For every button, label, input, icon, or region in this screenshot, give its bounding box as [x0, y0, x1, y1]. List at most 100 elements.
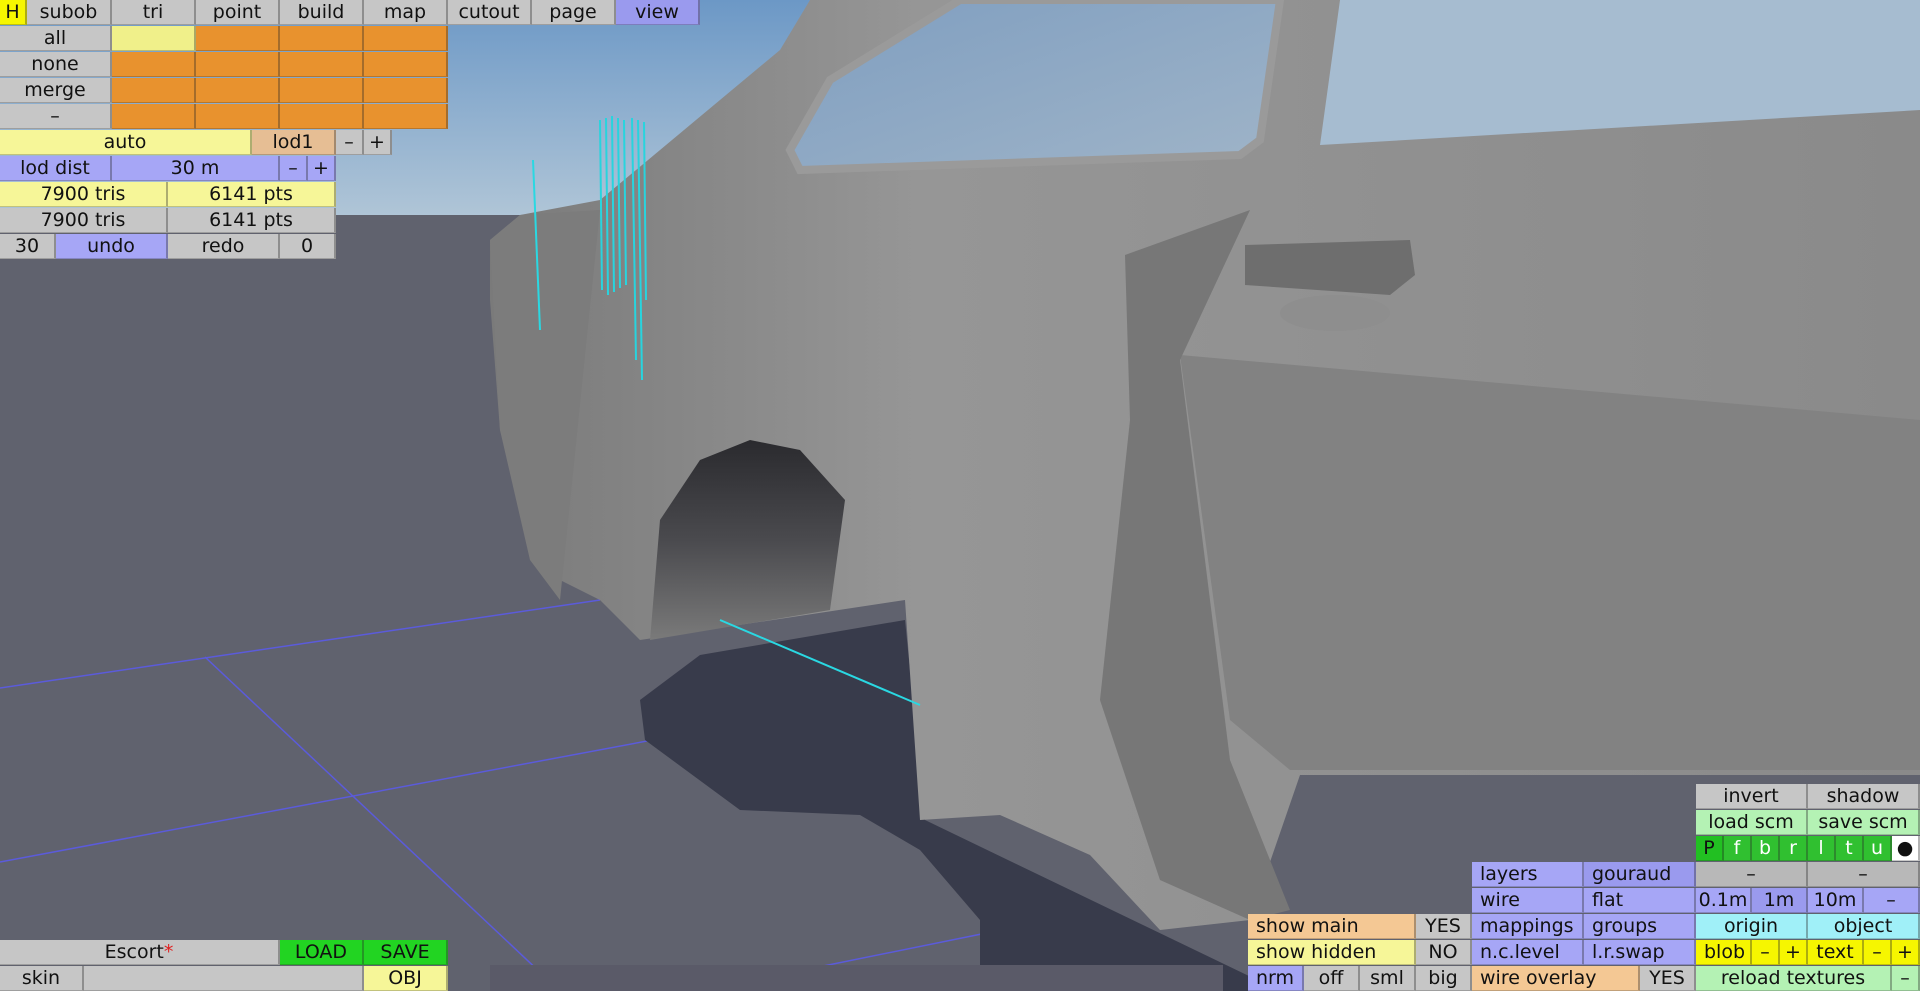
total-point-count: 6141 pts	[168, 208, 336, 233]
groups-button[interactable]: groups	[1584, 914, 1696, 939]
tab-map[interactable]: map	[364, 0, 448, 25]
file-name-text: Escort	[104, 941, 164, 963]
reload-minus-button[interactable]: –	[1892, 966, 1920, 991]
wire-overlay-value[interactable]: YES	[1640, 966, 1696, 991]
flat-button[interactable]: flat	[1584, 888, 1696, 913]
layer-slot-12[interactable]	[364, 78, 448, 103]
status-bar	[490, 965, 1223, 991]
size-sml-button[interactable]: sml	[1360, 966, 1416, 991]
tab-point[interactable]: point	[196, 0, 280, 25]
text-plus-button[interactable]: +	[1892, 940, 1920, 965]
layer-slot-11[interactable]	[280, 78, 364, 103]
lod-auto-button[interactable]: auto	[0, 130, 252, 155]
view-left-button[interactable]: l	[1808, 836, 1836, 861]
view-back-button[interactable]: b	[1752, 836, 1780, 861]
layer-slot-7[interactable]	[280, 52, 364, 77]
lrswap-button[interactable]: l.r.swap	[1584, 940, 1696, 965]
blob-plus-button[interactable]: +	[1780, 940, 1808, 965]
grid-01m-button[interactable]: 0.1m	[1696, 888, 1752, 913]
point-count: 6141 pts	[168, 182, 336, 207]
wire-button[interactable]: wire	[1472, 888, 1584, 913]
select-none-button[interactable]: none	[0, 52, 112, 77]
show-main-value[interactable]: YES	[1416, 914, 1472, 939]
origin-button[interactable]: origin	[1696, 914, 1808, 939]
shadow-button[interactable]: shadow	[1808, 784, 1920, 809]
blob-minus-button[interactable]: –	[1752, 940, 1780, 965]
lod-dist-value[interactable]: 30 m	[112, 156, 280, 181]
lod-dist-label: lod dist	[0, 156, 112, 181]
mappings-button[interactable]: mappings	[1472, 914, 1584, 939]
dash-button[interactable]: –	[0, 104, 112, 129]
layer-slot-13[interactable]	[112, 104, 196, 129]
undo-button[interactable]: undo	[56, 234, 168, 259]
select-all-button[interactable]: all	[0, 26, 112, 51]
layer-slot-1[interactable]	[112, 26, 196, 51]
modified-mark: *	[163, 941, 174, 963]
lod-minus-button[interactable]: –	[336, 130, 364, 155]
lod-plus-button[interactable]: +	[364, 130, 392, 155]
grid-minus-button[interactable]: –	[1864, 888, 1920, 913]
size-big-button[interactable]: big	[1416, 966, 1472, 991]
layer-slot-14[interactable]	[196, 104, 280, 129]
dash-button-2[interactable]: –	[1808, 862, 1920, 887]
lod-dist-plus-button[interactable]: +	[308, 156, 336, 181]
view-dot-icon[interactable]: ●	[1892, 836, 1920, 861]
layer-slot-9[interactable]	[112, 78, 196, 103]
layers-button[interactable]: layers	[1472, 862, 1584, 887]
lod-level[interactable]: lod1	[252, 130, 336, 155]
layer-slot-5[interactable]	[112, 52, 196, 77]
view-under-button[interactable]: u	[1864, 836, 1892, 861]
object-button[interactable]: object	[1808, 914, 1920, 939]
show-hidden-label[interactable]: show hidden	[1248, 940, 1416, 965]
layer-slot-2[interactable]	[196, 26, 280, 51]
gouraud-button[interactable]: gouraud	[1584, 862, 1696, 887]
layer-slot-6[interactable]	[196, 52, 280, 77]
show-main-label[interactable]: show main	[1248, 914, 1416, 939]
layer-slot-8[interactable]	[364, 52, 448, 77]
redo-button[interactable]: redo	[168, 234, 280, 259]
skin-button[interactable]: skin	[0, 966, 84, 991]
format-button[interactable]: OBJ	[364, 966, 448, 991]
view-front-button[interactable]: f	[1724, 836, 1752, 861]
skin-field[interactable]	[84, 966, 364, 991]
view-top-button[interactable]: t	[1836, 836, 1864, 861]
tab-tri[interactable]: tri	[112, 0, 196, 25]
redo-count: 0	[280, 234, 336, 259]
reload-textures-button[interactable]: reload textures	[1696, 966, 1892, 991]
dash-button-1[interactable]: –	[1696, 862, 1808, 887]
text-label: text	[1808, 940, 1864, 965]
save-scm-button[interactable]: save scm	[1808, 810, 1920, 835]
text-minus-button[interactable]: –	[1864, 940, 1892, 965]
nclevel-button[interactable]: n.c.level	[1472, 940, 1584, 965]
file-name[interactable]: Escort*	[0, 940, 280, 965]
door-handle-recess	[1280, 295, 1390, 331]
save-button[interactable]: SAVE	[364, 940, 448, 965]
invert-button[interactable]: invert	[1696, 784, 1808, 809]
tab-page[interactable]: page	[532, 0, 616, 25]
tab-build[interactable]: build	[280, 0, 364, 25]
grid-10m-button[interactable]: 10m	[1808, 888, 1864, 913]
layer-slot-4[interactable]	[364, 26, 448, 51]
load-button[interactable]: LOAD	[280, 940, 364, 965]
view-p-button[interactable]: P	[1696, 836, 1724, 861]
merge-button[interactable]: merge	[0, 78, 112, 103]
view-right-button[interactable]: r	[1780, 836, 1808, 861]
tab-view[interactable]: view	[616, 0, 700, 25]
door-handle	[1245, 240, 1415, 295]
wire-overlay-label[interactable]: wire overlay	[1472, 966, 1640, 991]
undo-count: 30	[0, 234, 56, 259]
layer-slot-10[interactable]	[196, 78, 280, 103]
layer-slot-16[interactable]	[364, 104, 448, 129]
show-hidden-value[interactable]: NO	[1416, 940, 1472, 965]
layer-slot-3[interactable]	[280, 26, 364, 51]
load-scm-button[interactable]: load scm	[1696, 810, 1808, 835]
layer-slot-15[interactable]	[280, 104, 364, 129]
lod-dist-minus-button[interactable]: –	[280, 156, 308, 181]
tab-cutout[interactable]: cutout	[448, 0, 532, 25]
tab-subob[interactable]: subob	[27, 0, 112, 25]
size-off-button[interactable]: off	[1304, 966, 1360, 991]
size-nrm-button[interactable]: nrm	[1248, 966, 1304, 991]
tri-count: 7900 tris	[0, 182, 168, 207]
grid-1m-button[interactable]: 1m	[1752, 888, 1808, 913]
home-button[interactable]: H	[0, 0, 27, 25]
